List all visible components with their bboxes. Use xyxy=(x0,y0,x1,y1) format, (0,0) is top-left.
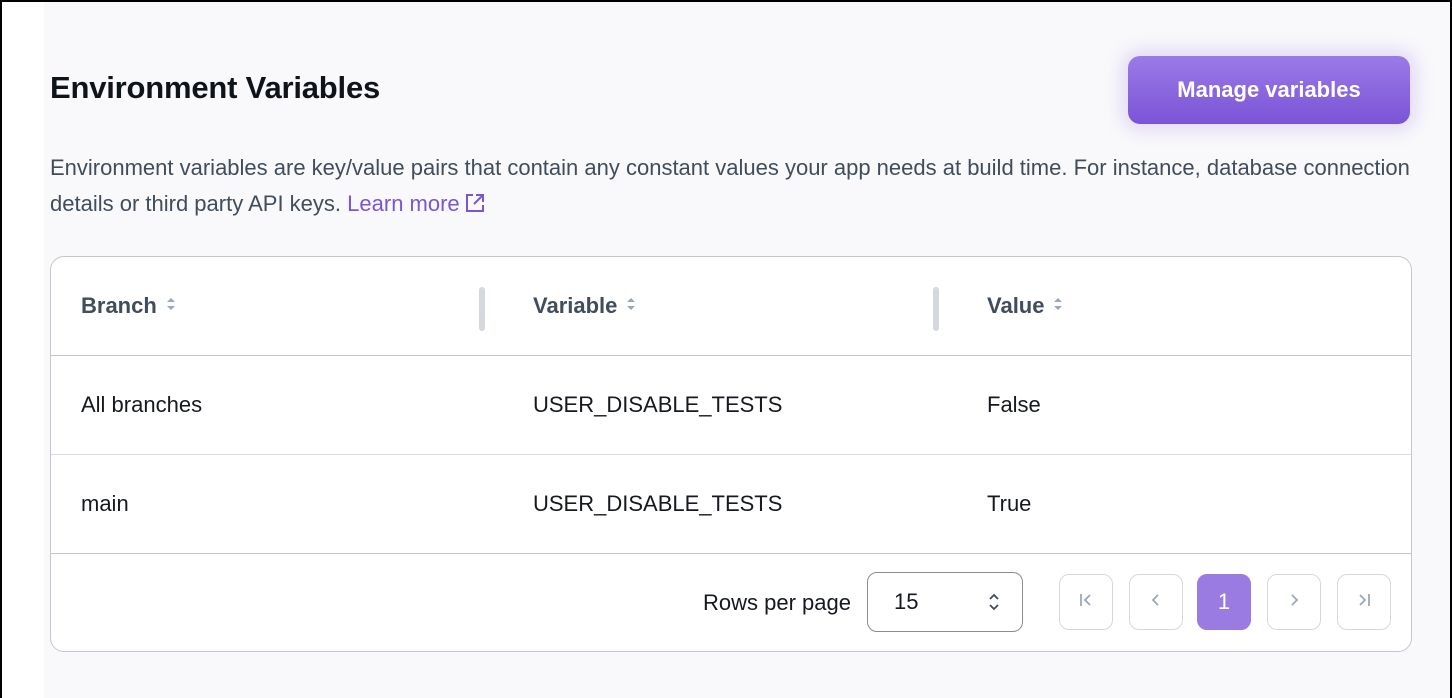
external-link-icon xyxy=(464,189,486,225)
table-row: main USER_DISABLE_TESTS True xyxy=(51,455,1411,553)
column-header-value[interactable]: Value xyxy=(987,257,1064,355)
first-page-button[interactable] xyxy=(1059,574,1113,630)
cell-variable: USER_DISABLE_TESTS xyxy=(533,491,783,516)
cell-value: True xyxy=(987,491,1032,516)
previous-page-button[interactable] xyxy=(1129,574,1183,630)
up-down-caret-icon xyxy=(988,591,1000,618)
section-description: Environment variables are key/value pair… xyxy=(50,150,1420,225)
sort-caret-icon xyxy=(165,293,177,319)
env-variables-table: Branch Variable Value All branches USER_… xyxy=(50,256,1412,652)
description-text: Environment variables are key/value pair… xyxy=(50,155,1410,216)
section-header: Environment Variables Manage variables xyxy=(50,56,1410,126)
left-rail xyxy=(2,2,44,698)
rows-per-page-select[interactable]: 15 xyxy=(867,572,1023,632)
learn-more-link[interactable]: Learn more xyxy=(347,191,486,216)
cell-variable: USER_DISABLE_TESTS xyxy=(533,392,783,417)
chevron-right-icon xyxy=(1285,589,1303,615)
column-header-variable[interactable]: Variable xyxy=(533,257,637,355)
table-row: All branches USER_DISABLE_TESTS False xyxy=(51,356,1411,455)
cell-value: False xyxy=(987,392,1041,417)
env-variables-panel: Environment Variables Manage variables E… xyxy=(44,2,1450,698)
column-resizer[interactable] xyxy=(479,287,485,331)
column-resizer[interactable] xyxy=(933,287,939,331)
chevron-left-icon xyxy=(1147,589,1165,615)
manage-variables-button[interactable]: Manage variables xyxy=(1128,56,1410,124)
sort-caret-icon xyxy=(625,293,637,319)
rows-per-page-label: Rows per page xyxy=(703,589,851,615)
last-page-button[interactable] xyxy=(1337,574,1391,630)
learn-more-label: Learn more xyxy=(347,191,460,216)
page-button-current[interactable]: 1 xyxy=(1197,574,1251,630)
last-page-icon xyxy=(1355,589,1373,615)
column-header-label: Branch xyxy=(81,293,157,318)
table-header: Branch Variable Value xyxy=(51,257,1411,356)
column-header-label: Variable xyxy=(533,293,618,318)
next-page-button[interactable] xyxy=(1267,574,1321,630)
rows-per-page-value: 15 xyxy=(894,589,919,614)
sort-caret-icon xyxy=(1052,293,1064,319)
page-title: Environment Variables xyxy=(50,70,381,105)
table-footer: Rows per page 15 1 xyxy=(51,553,1411,651)
app-window: Environment Variables Manage variables E… xyxy=(0,0,1452,698)
column-header-label: Value xyxy=(987,293,1045,318)
cell-branch: All branches xyxy=(81,392,203,417)
first-page-icon xyxy=(1077,589,1095,615)
column-header-branch[interactable]: Branch xyxy=(81,257,177,355)
cell-branch: main xyxy=(81,491,129,516)
